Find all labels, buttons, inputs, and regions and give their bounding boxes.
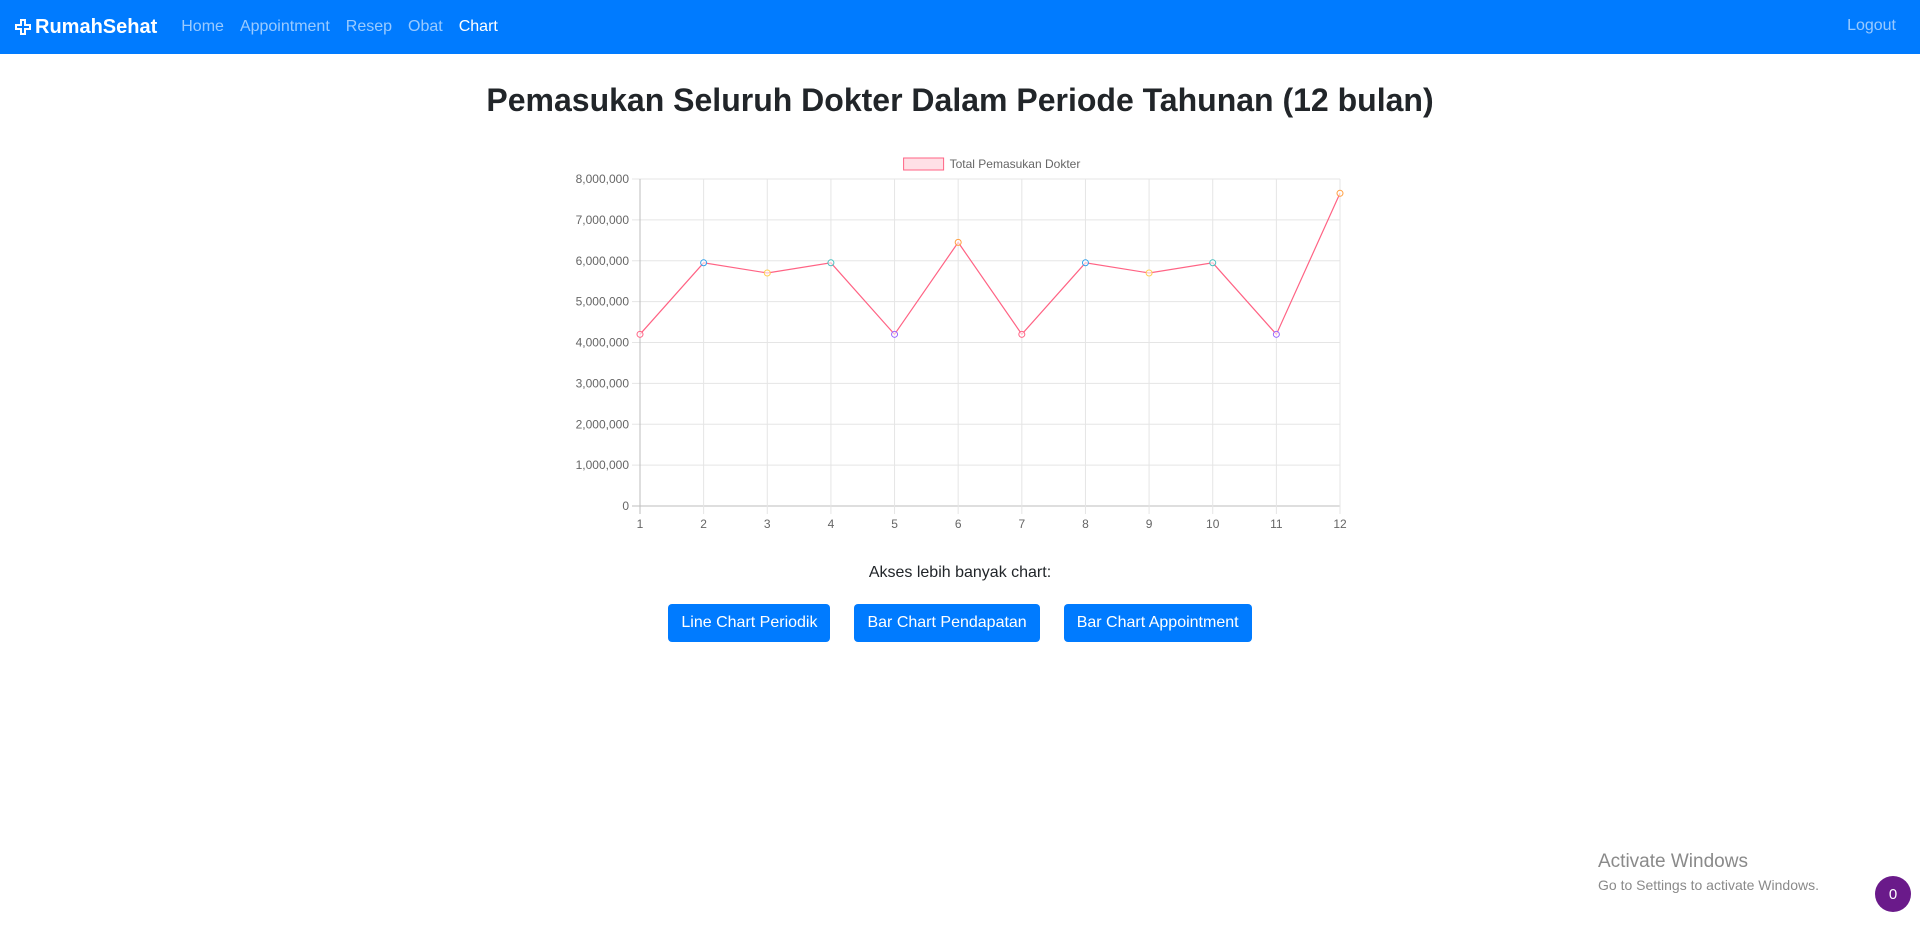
windows-activation-watermark: Activate Windows Go to Settings to activ… [1598,851,1819,893]
activate-title: Activate Windows [1598,851,1748,872]
y-tick-label: 3,000,000 [576,376,630,390]
page-title: Pemasukan Seluruh Dokter Dalam Periode T… [486,82,1434,118]
top-navbar: RumahSehat Home Appointment Resep Obat C… [0,0,1920,54]
y-tick-label: 1,000,000 [576,458,630,472]
line-chart-periodik-button[interactable]: Line Chart Periodik [668,604,831,642]
nav-link-chart[interactable]: Chart [459,18,498,36]
nav-links: Home Appointment Resep Obat Chart [173,18,506,36]
y-tick-label: 2,000,000 [576,417,630,431]
legend-swatch [903,157,945,171]
nav-link-resep[interactable]: Resep [346,18,392,36]
x-tick-label: 12 [1333,517,1347,531]
notification-badge[interactable]: 0 [1875,876,1911,912]
brand-name: RumahSehat [35,15,158,38]
y-tick-label: 0 [622,499,629,513]
y-tick-label: 7,000,000 [576,213,630,227]
data-point [1018,330,1026,338]
x-tick-label: 4 [828,517,835,531]
x-tick-label: 6 [955,517,962,531]
x-tick-label: 5 [891,517,898,531]
x-tick-label: 8 [1082,517,1089,531]
logout-link[interactable]: Logout [1847,17,1896,35]
y-tick-label: 8,000,000 [576,172,630,186]
y-tick-label: 4,000,000 [576,336,630,350]
data-point [700,259,708,267]
brand-link[interactable]: RumahSehat [15,16,157,39]
x-tick-label: 9 [1146,517,1153,531]
series-line [639,193,1341,336]
data-point [954,238,962,246]
bar-chart-appointment-button[interactable]: Bar Chart Appointment [1063,604,1252,642]
activate-subtitle: Go to Settings to activate Windows. [1598,877,1819,893]
x-tick-label: 7 [1018,517,1025,531]
x-tick-label: 10 [1206,517,1220,531]
x-tick-label: 2 [700,517,707,531]
y-tick-label: 6,000,000 [576,254,630,268]
data-point [1336,189,1344,197]
data-point [1272,330,1280,338]
nav-link-obat[interactable]: Obat [408,18,443,36]
line-chart: 0 1,000,000 2,000,000 3,000,000 4,000,000 5,0… [576,157,1347,531]
nav-link-home[interactable]: Home [181,18,224,36]
data-point [1209,259,1217,267]
medical-cross-icon [15,19,31,35]
data-point [1081,259,1089,267]
nav-link-appointment[interactable]: Appointment [240,18,330,36]
x-tick-label: 1 [637,517,644,531]
chart-buttons: Line Chart Periodik Bar Chart Pendapatan… [0,604,1920,642]
more-charts-label: Akses lebih banyak chart: [868,564,1052,581]
data-point [636,330,644,338]
data-point [827,259,835,267]
data-point [891,330,899,338]
data-point [763,269,771,277]
x-tick-label: 11 [1270,517,1283,531]
legend-label: Total Pemasukan Dokter [950,157,1081,171]
bar-chart-pendapatan-button[interactable]: Bar Chart Pendapatan [854,604,1040,642]
x-tick-label: 3 [764,517,771,531]
data-point [1145,269,1153,277]
y-tick-label: 5,000,000 [576,295,630,309]
